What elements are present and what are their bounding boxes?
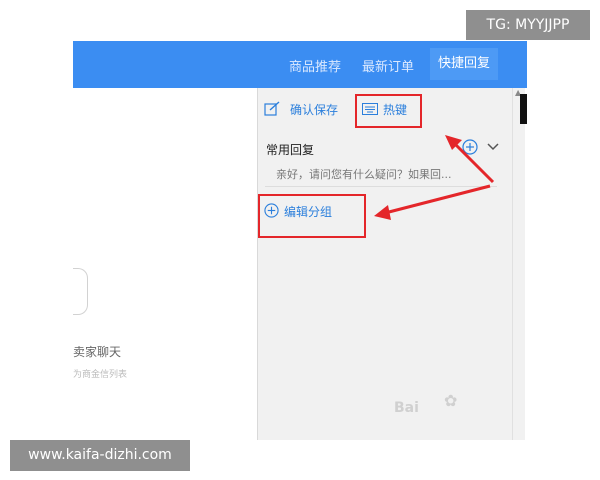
add-circle-icon[interactable]: [462, 139, 478, 155]
left-partial-sublabel: 为商金信列表: [73, 370, 128, 380]
tab-product-recommend[interactable]: 商品推荐: [289, 56, 341, 75]
tab-quick-reply[interactable]: 快捷回复: [430, 48, 499, 80]
chevron-down-icon[interactable]: [487, 143, 499, 151]
scrollbar[interactable]: [512, 88, 525, 440]
annotation-box-edit-group: [258, 194, 366, 238]
quick-reply-item[interactable]: 亲好，请问您有什么疑问？如果回...: [276, 166, 452, 182]
divider: [265, 186, 497, 187]
tg-watermark: TG: MYYJJPP: [466, 10, 590, 40]
confirm-save-label: 确认保存: [290, 103, 339, 117]
tab-latest-orders[interactable]: 最新订单: [362, 56, 414, 75]
left-partial-label: 卖家聊天: [73, 345, 122, 359]
url-watermark: www.kaifa-dizhi.com: [10, 440, 190, 471]
window-edge: [520, 94, 527, 124]
baidu-watermark: Bai: [394, 400, 419, 416]
annotation-box-hotkey: [355, 94, 422, 128]
paw-icon: ✿: [444, 391, 458, 410]
left-bubble: [73, 268, 88, 315]
edit-icon: [264, 101, 280, 116]
group-title[interactable]: 常用回复: [266, 141, 314, 158]
